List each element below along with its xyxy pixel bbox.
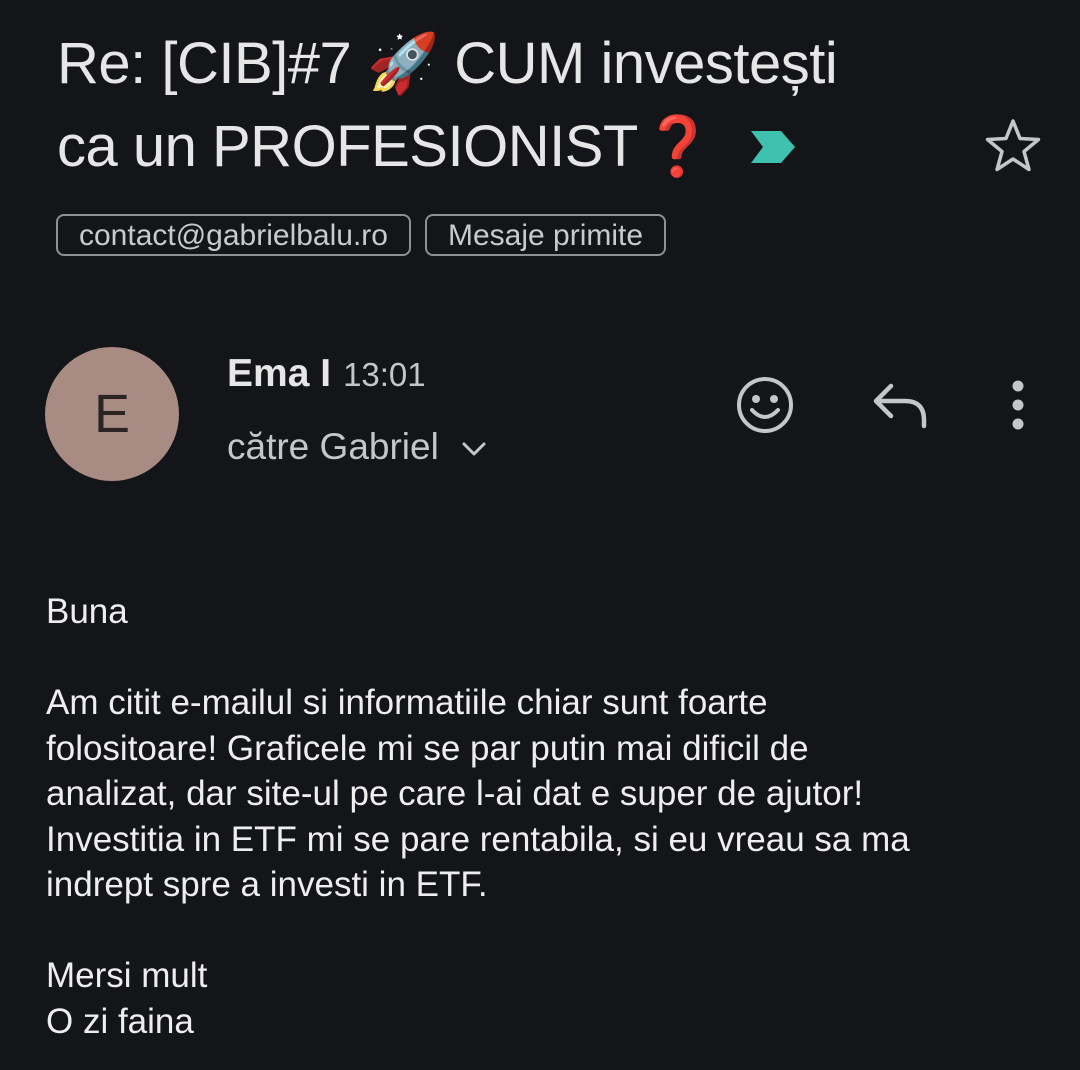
sender-avatar[interactable]: E bbox=[45, 347, 179, 481]
body-line-1: Am citit e-mailul si informatiile chiar … bbox=[46, 683, 768, 722]
greeting-text: Buna bbox=[46, 592, 128, 631]
reply-icon[interactable] bbox=[871, 380, 929, 430]
body-line-2: folositoare! Graficele mi se par putin m… bbox=[46, 728, 809, 768]
subject-prefix: Re: [CIB]#7 bbox=[57, 31, 352, 96]
avatar-letter: E bbox=[93, 384, 131, 444]
body-line-5: indrept spre a investi in ETF. bbox=[46, 865, 488, 904]
important-marker-icon[interactable] bbox=[749, 129, 797, 165]
sender-name: Ema I bbox=[227, 352, 332, 395]
body-line-4: Investitia in ETF mi se pare rentabila, … bbox=[46, 819, 910, 859]
emoji-reaction-icon[interactable] bbox=[735, 375, 795, 435]
label-chip-contact[interactable]: contact@gabrielbalu.ro bbox=[56, 214, 411, 256]
subject-line-1-text: CUM investești bbox=[454, 31, 838, 96]
subject-line-2: ca un PROFESIONIST❓ bbox=[57, 105, 957, 188]
recipient-details-toggle[interactable]: către Gabriel bbox=[227, 426, 487, 468]
closing-line-2: O zi faina bbox=[46, 1001, 194, 1041]
body-line-3: analizat, dar site-ul pe care l-ai dat e… bbox=[46, 774, 864, 813]
star-outline-icon[interactable] bbox=[984, 117, 1042, 175]
subject-line-1: Re: [CIB]#7 🚀 CUM investești bbox=[57, 22, 957, 105]
chevron-down-icon bbox=[462, 442, 486, 456]
question-mark-emoji: ❓ bbox=[641, 112, 714, 180]
message-time: 13:01 bbox=[343, 356, 426, 393]
rocket-emoji: 🚀 bbox=[366, 29, 439, 97]
closing-line-1: Mersi mult bbox=[46, 956, 208, 995]
subject-line-2-text: ca un PROFESIONIST bbox=[57, 114, 638, 179]
more-vertical-icon[interactable] bbox=[1004, 378, 1032, 432]
email-subject: Re: [CIB]#7 🚀 CUM investești ca un PROFE… bbox=[57, 22, 957, 188]
label-chip-inbox[interactable]: Mesaje primite bbox=[424, 214, 667, 256]
sender-line: Ema I 13:01 bbox=[227, 352, 426, 396]
message-body: Buna Am citit e-mailul si informatiile c… bbox=[46, 589, 1046, 1044]
recipient-text: către Gabriel bbox=[227, 426, 439, 467]
label-chips: contact@gabrielbalu.ro Mesaje primite bbox=[56, 214, 667, 256]
